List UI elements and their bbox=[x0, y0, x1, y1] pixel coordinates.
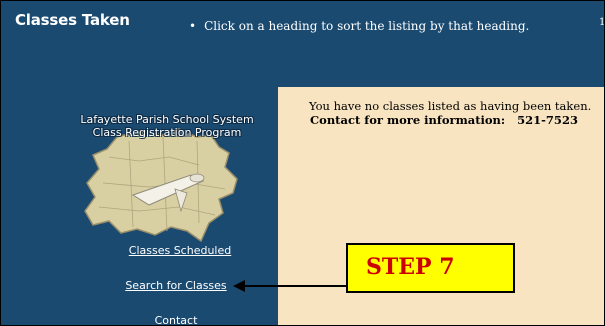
no-classes-message: You have no classes listed as having bee… bbox=[309, 99, 592, 113]
sort-instruction: • Click on a heading to sort the listing … bbox=[189, 19, 529, 33]
nav-search-for-classes-link[interactable]: Search for Classes bbox=[101, 279, 251, 292]
arrow-left-icon bbox=[233, 280, 348, 292]
sort-instruction-text: Click on a heading to sort the listing b… bbox=[204, 19, 530, 33]
header-bar: Classes Taken • Click on a heading to sor… bbox=[1, 1, 605, 87]
org-name-line-1: Lafayette Parish School System bbox=[80, 113, 254, 126]
contact-phone: 521-7523 bbox=[517, 113, 578, 127]
parish-map-logo bbox=[84, 128, 238, 243]
corner-number: 1 bbox=[599, 17, 605, 28]
step-callout: STEP 7 bbox=[346, 243, 515, 293]
page-title: Classes Taken bbox=[15, 11, 130, 29]
nav-contact-link[interactable]: Contact bbox=[101, 314, 251, 325]
contact-info: Contact for more information: 521-7523 bbox=[310, 113, 578, 127]
org-name: Lafayette Parish School System Class Reg… bbox=[75, 113, 259, 139]
bullet-icon: • bbox=[189, 19, 197, 33]
nav-classes-scheduled-link[interactable]: Classes Scheduled bbox=[105, 244, 255, 257]
contact-label: Contact for more information: bbox=[310, 113, 506, 127]
page-frame: Classes Taken • Click on a heading to sor… bbox=[0, 0, 605, 326]
org-name-line-2: Class Registration Program bbox=[92, 126, 242, 139]
step-label: STEP 7 bbox=[366, 254, 455, 280]
